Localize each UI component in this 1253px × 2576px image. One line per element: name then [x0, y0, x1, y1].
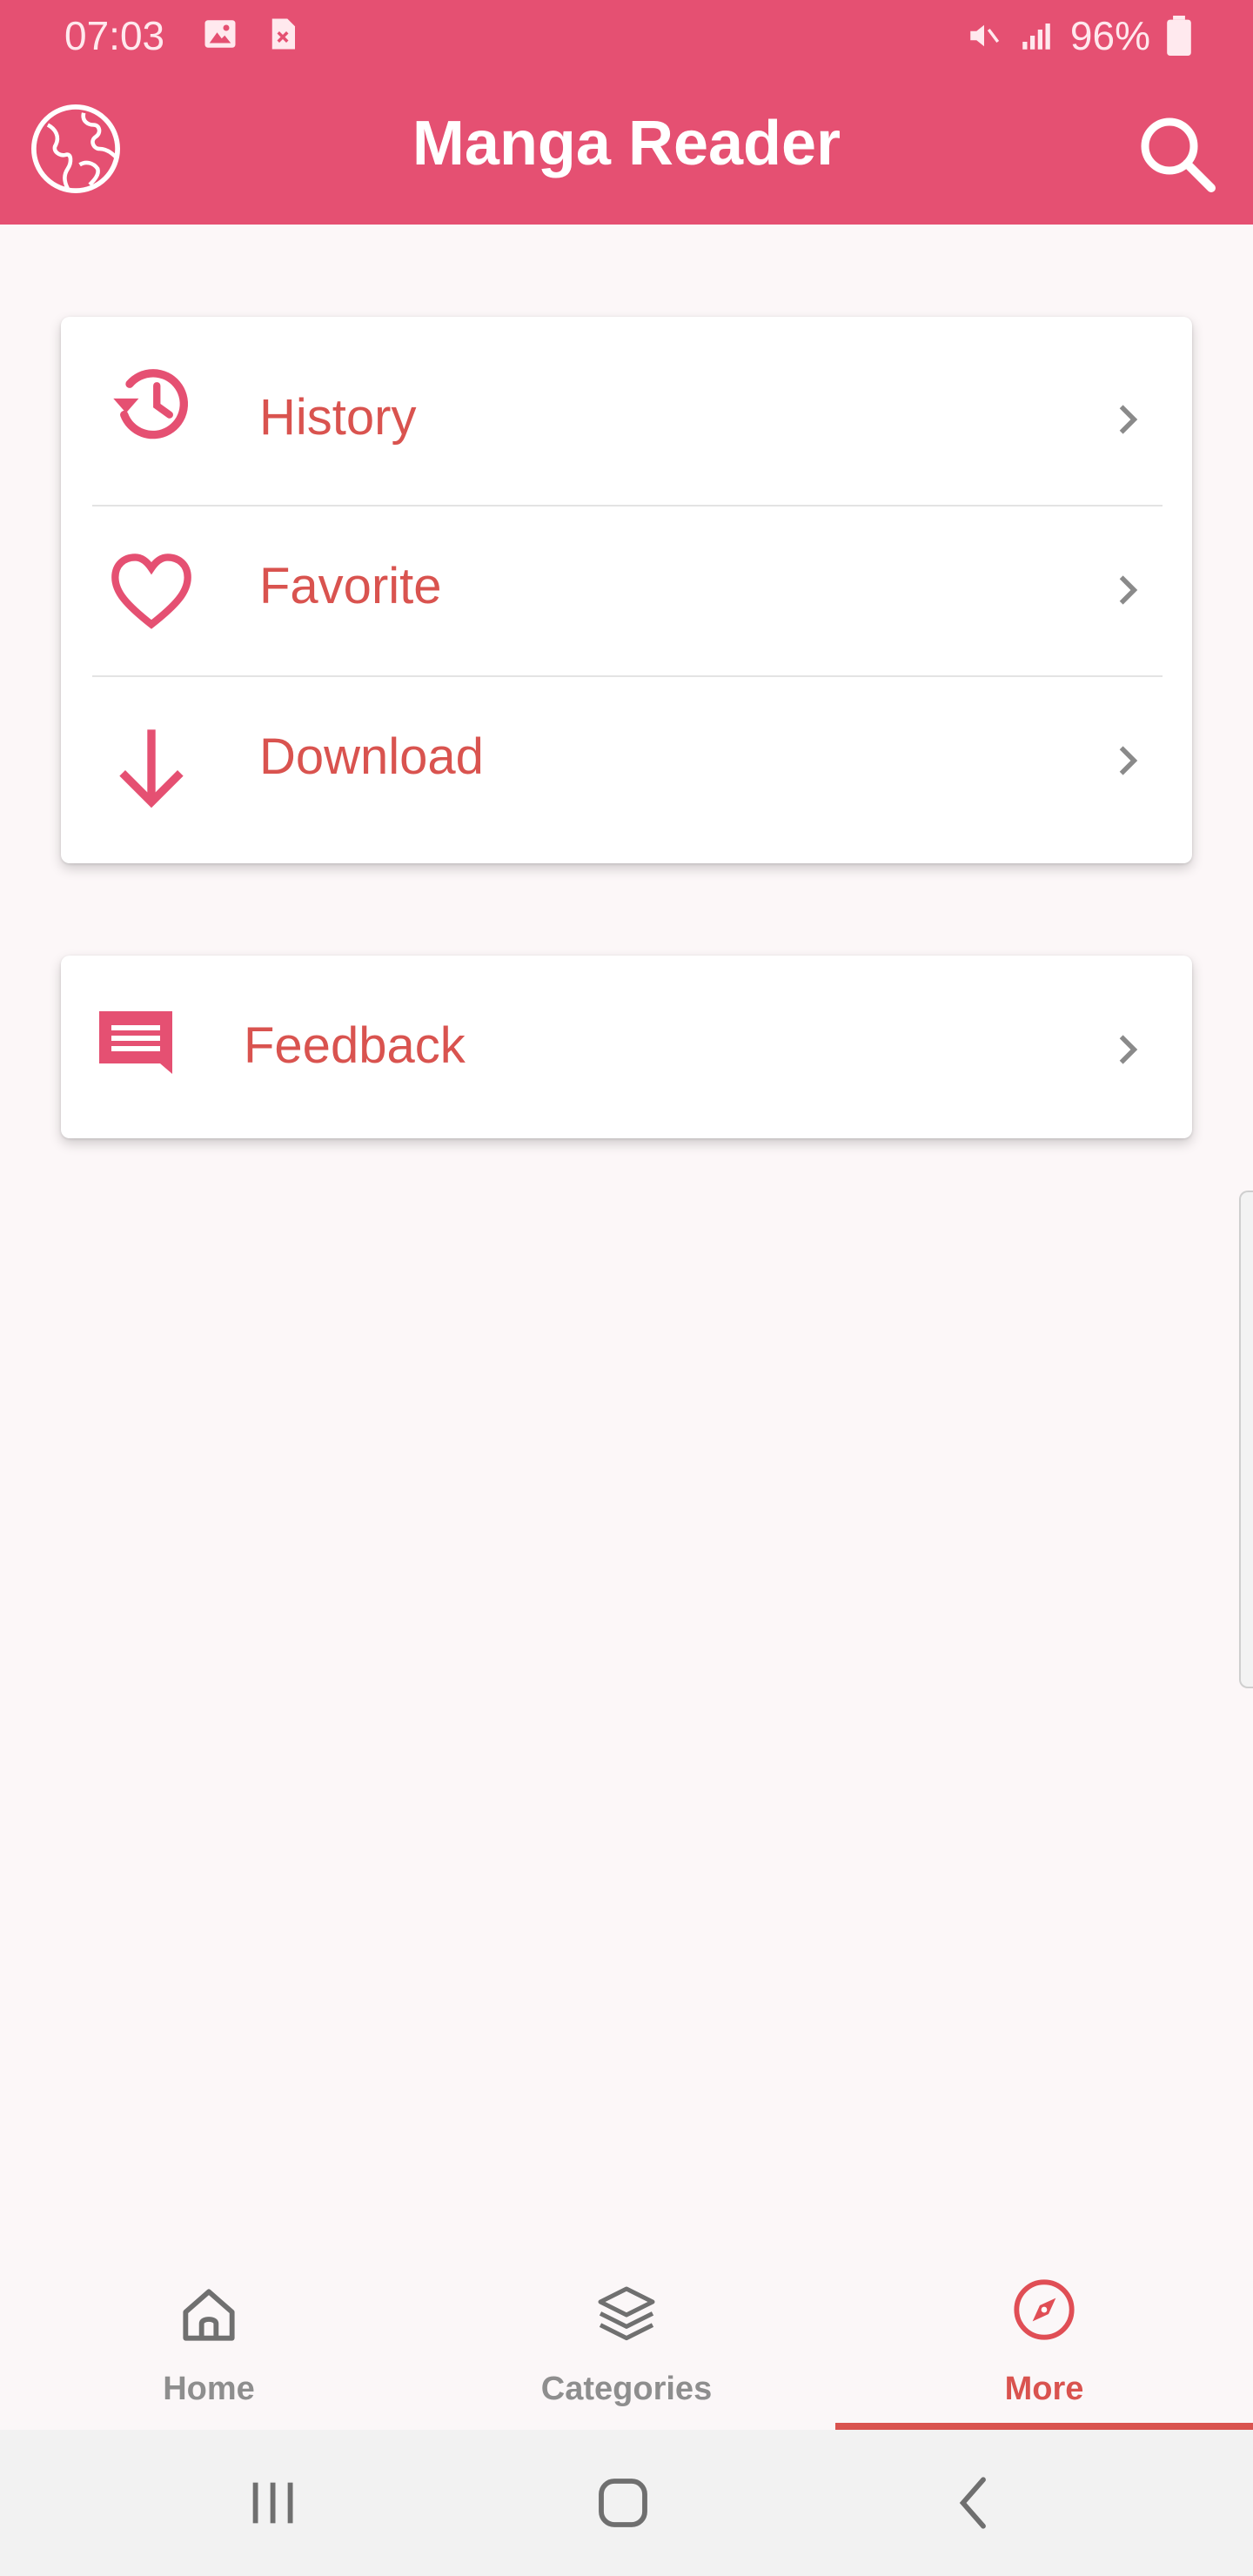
- mute-icon: [970, 24, 1000, 47]
- chevron-right-icon: [1119, 746, 1138, 775]
- status-notification-icons: [202, 16, 301, 52]
- library-menu-card: History Favorite Download: [61, 317, 1192, 863]
- home-icon: [183, 2289, 235, 2341]
- nav-label: More: [1004, 2371, 1084, 2407]
- nav-categories[interactable]: Categories: [418, 2249, 835, 2430]
- menu-item-label: Download: [259, 728, 484, 785]
- active-tab-indicator: [835, 2423, 1253, 2430]
- chevron-right-icon: [1119, 575, 1138, 605]
- bottom-navigation: Home Categories More: [0, 2249, 1253, 2430]
- history-icon: [113, 369, 189, 439]
- battery-icon: [1167, 16, 1191, 56]
- recent-apps-icon[interactable]: [238, 2468, 308, 2538]
- nav-home[interactable]: Home: [0, 2249, 418, 2430]
- menu-item-label: Feedback: [244, 1017, 466, 1074]
- menu-item-label: History: [259, 389, 417, 446]
- nav-label: Categories: [540, 2371, 713, 2407]
- edge-panel-handle[interactable]: [1239, 1191, 1253, 1688]
- menu-item-label: Favorite: [259, 558, 442, 614]
- status-bar: 07:03 96%: [0, 0, 1253, 75]
- nav-label: Home: [163, 2371, 255, 2407]
- feedback-card: Feedback: [61, 956, 1192, 1138]
- status-right: 96%: [966, 12, 1192, 59]
- signal-icon: [1022, 23, 1050, 50]
- compass-icon: [1014, 2279, 1075, 2340]
- status-time: 07:03: [64, 13, 165, 58]
- back-icon[interactable]: [940, 2468, 1009, 2538]
- heart-icon: [111, 553, 191, 629]
- nav-more[interactable]: More: [835, 2249, 1253, 2430]
- home-button-icon[interactable]: [588, 2468, 658, 2538]
- chevron-right-icon: [1119, 405, 1138, 434]
- menu-item-history[interactable]: History: [61, 317, 1192, 487]
- image-notification-icon: [204, 20, 236, 48]
- chevron-right-icon: [1119, 1035, 1138, 1064]
- feedback-icon: [99, 1011, 172, 1074]
- layers-icon: [598, 2286, 655, 2341]
- menu-item-feedback[interactable]: Feedback: [61, 961, 1192, 1135]
- menu-item-download[interactable]: Download: [61, 677, 1192, 848]
- app-title: Manga Reader: [412, 109, 841, 178]
- app-bar: Manga Reader: [0, 75, 1253, 225]
- system-navigation-bar: [0, 2430, 1253, 2576]
- search-icon[interactable]: [1135, 111, 1218, 195]
- file-error-notification-icon: [271, 18, 295, 50]
- menu-item-favorite[interactable]: Favorite: [61, 506, 1192, 677]
- download-icon: [119, 729, 184, 808]
- battery-percentage: 96%: [1069, 13, 1150, 58]
